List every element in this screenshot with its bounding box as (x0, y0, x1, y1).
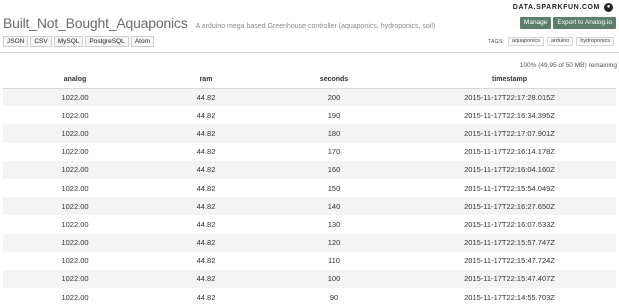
cell-seconds: 200 (265, 88, 403, 107)
format-csv-button[interactable]: CSV (30, 36, 52, 47)
tag-aquaponics[interactable]: aquaponics (507, 37, 544, 46)
cell-ram: 44.82 (196, 256, 216, 266)
manage-button[interactable]: Manage (519, 17, 552, 29)
cell-seconds: 170 (327, 147, 341, 157)
table-row: 1022.00 44.82 130 2015-11-17T22:16:07.533Z (3, 215, 616, 233)
export-formats: JSON CSV MySQL PostgreSQL Atom (3, 36, 154, 47)
cell-analog: 1022.00 (61, 110, 89, 120)
cell-timestamp: 2015-11-17T22:17:28.015Z (403, 88, 616, 107)
column-header-timestamp: timestamp (403, 71, 616, 89)
cell-analog: 1022.00 (3, 269, 147, 289)
table-row: 1022.00 44.82 150 2015-11-17T22:15:54.049Z (3, 179, 616, 197)
cell-analog: 1022.00 (61, 219, 89, 229)
cell-seconds: 180 (265, 124, 403, 143)
table-row: 1022.00 44.82 180 2015-11-17T22:17:07.901Z (3, 124, 616, 143)
tag-arduino[interactable]: arduino (546, 37, 574, 46)
cell-ram: 44.82 (196, 292, 216, 302)
cell-timestamp: 2015-11-17T22:16:14.178Z (464, 147, 555, 157)
cell-ram: 44.82 (147, 124, 265, 143)
table-row: 1022.00 44.82 90 2015-11-17T22:14:55.703Z (3, 288, 616, 306)
column-header-analog: analog (3, 71, 147, 89)
site-brand[interactable]: DATA.SPARKFUN.COM ● (513, 0, 613, 14)
tags: TAGS aquaponics arduino hydroponics (488, 37, 614, 46)
table-row: 1022.00 44.82 190 2015-11-17T22:16:34.395Z (3, 106, 616, 124)
cell-ram: 44.82 (196, 147, 216, 157)
tag-hydroponics[interactable]: hydroponics (576, 37, 614, 46)
table-row: 1022.00 44.82 120 2015-11-17T22:15:57.747Z (3, 233, 616, 252)
table-row: 1022.00 44.82 160 2015-11-17T22:16:04.160Z (3, 160, 616, 179)
cell-timestamp: 2015-11-17T22:15:47.724Z (464, 256, 555, 266)
cell-seconds: 150 (327, 183, 341, 193)
storage-remaining: 100% (49.95 of 50 MB) remaining (519, 62, 617, 69)
cell-seconds: 190 (327, 110, 341, 120)
column-header-ram: ram (147, 71, 265, 89)
cell-timestamp: 2015-11-17T22:15:54.049Z (464, 183, 555, 193)
cell-ram: 44.82 (196, 219, 216, 229)
table-body: 1022.00 44.82 200 2015-11-17T22:17:28.015Z 1… (3, 88, 616, 306)
cell-analog: 1022.00 (61, 183, 89, 193)
cell-seconds: 110 (328, 256, 340, 266)
table-header-row: analog ram seconds timestamp (3, 71, 616, 89)
cell-seconds: 100 (265, 269, 403, 289)
cell-timestamp: 2015-11-17T22:14:55.703Z (464, 292, 555, 302)
column-header-seconds: seconds (265, 71, 403, 89)
table-row: 1022.00 44.82 170 2015-11-17T22:16:14.178Z (3, 143, 616, 161)
format-postgresql-button[interactable]: PostgreSQL (85, 36, 129, 47)
cell-timestamp: 2015-11-17T22:16:27.650Z (403, 197, 616, 216)
cell-analog: 1022.00 (61, 292, 89, 302)
cell-analog: 1022.00 (3, 160, 147, 179)
cell-timestamp: 2015-11-17T22:16:34.395Z (464, 110, 555, 120)
cell-analog: 1022.00 (3, 88, 147, 107)
cell-timestamp: 2015-11-17T22:16:07.533Z (464, 219, 555, 229)
cell-seconds: 130 (327, 219, 341, 229)
site-name[interactable]: DATA.SPARKFUN.COM (513, 4, 600, 11)
format-atom-button[interactable]: Atom (130, 36, 154, 47)
cell-timestamp: 2015-11-17T22:16:04.160Z (403, 160, 616, 179)
table-row: 1022.00 44.82 140 2015-11-17T22:16:27.650Z (3, 197, 616, 216)
cell-analog: 1022.00 (3, 233, 147, 252)
header-divider (0, 52, 619, 53)
cell-seconds: 160 (265, 160, 403, 179)
table-row: 1022.00 44.82 100 2015-11-17T22:15:47.407Z (3, 269, 616, 289)
cell-analog: 1022.00 (61, 256, 89, 266)
cell-ram: 44.82 (196, 183, 216, 193)
cell-seconds: 90 (329, 292, 339, 302)
cell-analog: 1022.00 (3, 124, 147, 143)
stream-description: A arduino mega based Greenhouse controll… (195, 23, 436, 30)
cell-timestamp: 2015-11-17T22:17:07.901Z (403, 124, 616, 143)
data-table: analog ram seconds timestamp 1022.00 44.8… (3, 71, 616, 306)
cell-ram: 44.82 (196, 110, 216, 120)
cell-ram: 44.82 (147, 269, 265, 289)
cell-seconds: 120 (265, 233, 403, 252)
table-row: 1022.00 44.82 110 2015-11-17T22:15:47.724Z (3, 252, 616, 270)
cell-analog: 1022.00 (61, 147, 89, 157)
stream-title: Built_Not_Bought_Aquaponics (3, 15, 188, 31)
cell-timestamp: 2015-11-17T22:15:57.747Z (403, 233, 616, 252)
cell-ram: 44.82 (147, 197, 265, 216)
cell-analog: 1022.00 (3, 197, 147, 216)
table-row: 1022.00 44.82 200 2015-11-17T22:17:28.015Z (3, 88, 616, 107)
stream-actions: Manage Export to Analog.io (519, 17, 616, 29)
cell-ram: 44.82 (147, 160, 265, 179)
cell-timestamp: 2015-11-17T22:15:47.407Z (403, 269, 616, 289)
format-json-button[interactable]: JSON (3, 36, 29, 47)
github-icon[interactable]: ● (604, 2, 613, 12)
tags-label: TAGS (487, 38, 503, 45)
cell-seconds: 140 (265, 197, 403, 216)
cell-ram: 44.82 (147, 88, 265, 107)
cell-ram: 44.82 (147, 233, 265, 252)
export-analog-button[interactable]: Export to Analog.io (553, 17, 616, 29)
format-mysql-button[interactable]: MySQL (53, 36, 84, 47)
stream-header: Built_Not_Bought_Aquaponics A arduino me… (3, 15, 616, 33)
